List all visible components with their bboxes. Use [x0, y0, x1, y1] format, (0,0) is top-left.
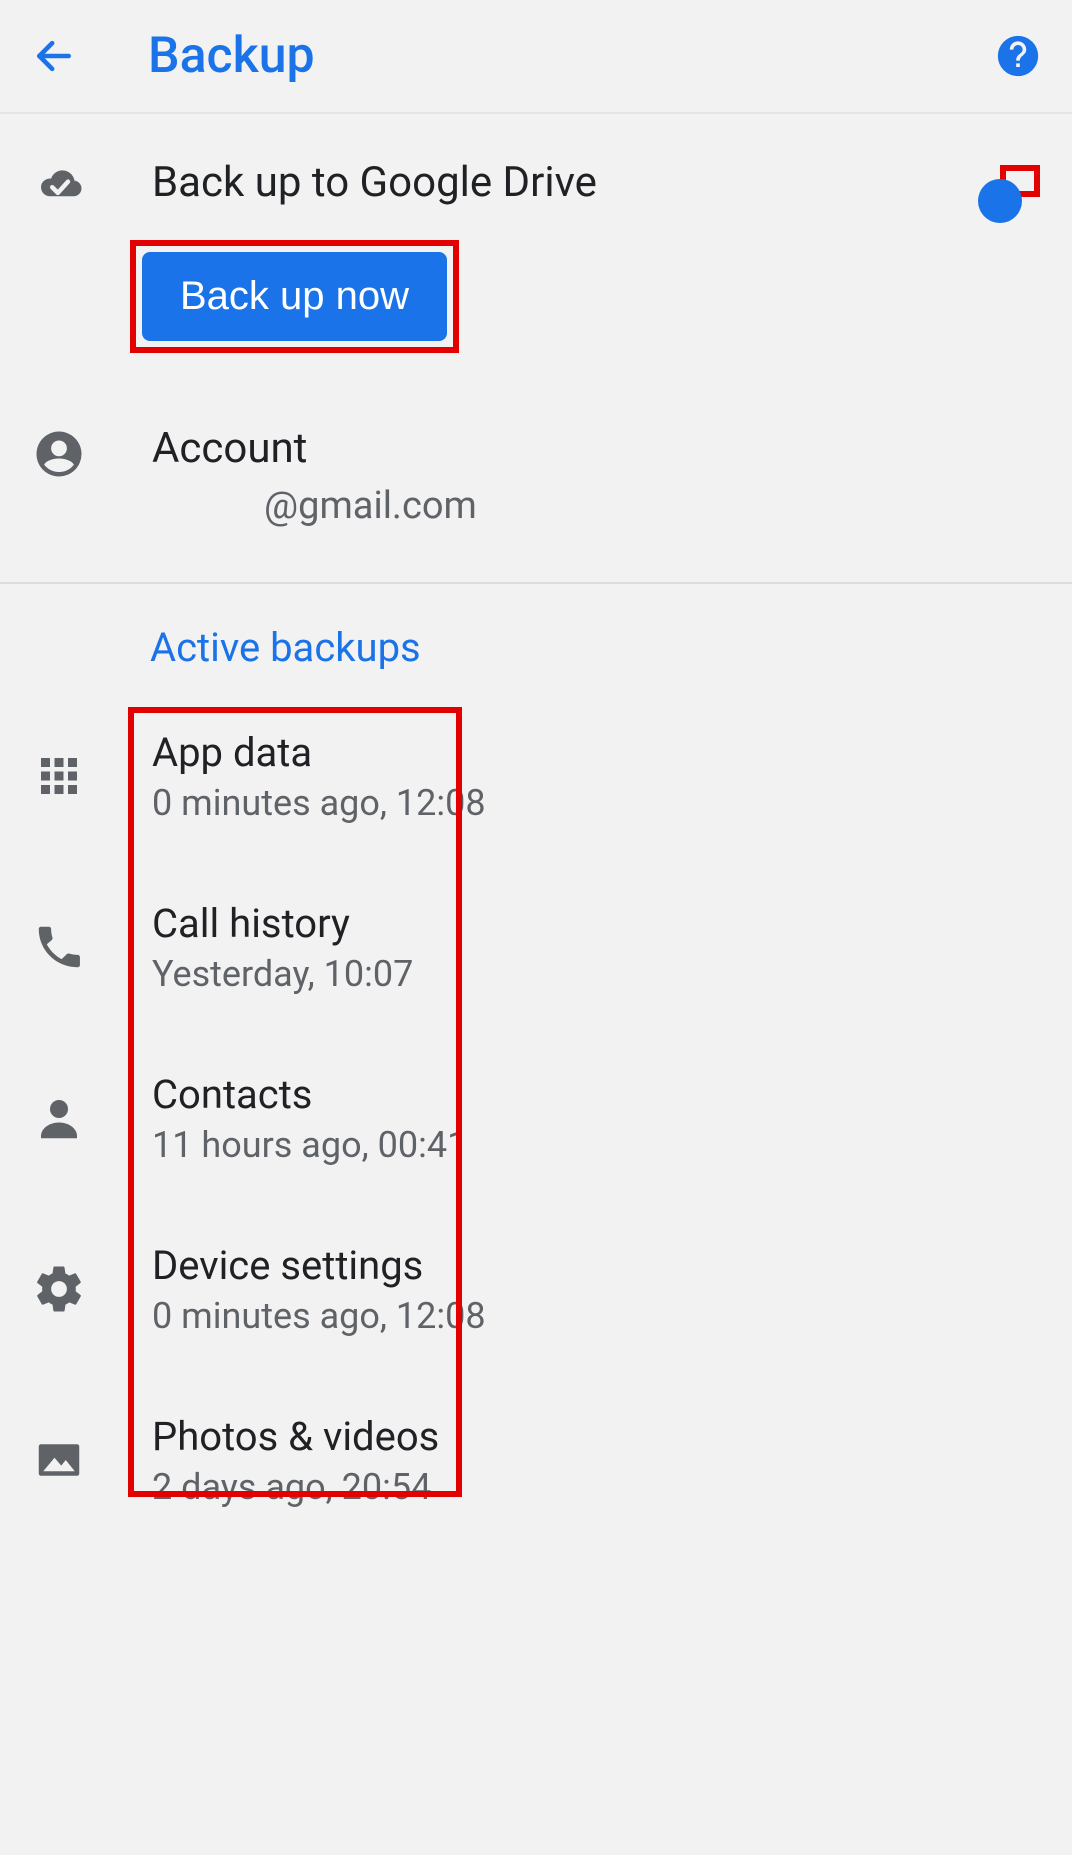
- list-item-call-history[interactable]: Call history Yesterday, 10:07: [0, 862, 1072, 1033]
- apps-icon: [32, 749, 86, 803]
- list-item-title: Call history: [152, 900, 413, 947]
- list-item-contacts[interactable]: Contacts 11 hours ago, 00:41: [0, 1033, 1072, 1204]
- account-circle-icon: [32, 427, 86, 481]
- back-icon[interactable]: [32, 34, 76, 78]
- backup-button-row: Back up now: [0, 222, 1072, 393]
- list-item-sub: 0 minutes ago, 12:08: [152, 1295, 486, 1337]
- list-item-sub: 2 days ago, 20:54: [152, 1466, 439, 1508]
- backup-button-highlight: Back up now: [130, 240, 459, 353]
- app-header: Backup: [0, 0, 1072, 114]
- list-item-title: Contacts: [152, 1071, 467, 1118]
- list-item-device-settings[interactable]: Device settings 0 minutes ago, 12:08: [0, 1204, 1072, 1375]
- help-icon[interactable]: [996, 34, 1040, 78]
- account-email: @gmail.com: [264, 484, 1040, 528]
- list-item-sub: 11 hours ago, 00:41: [152, 1124, 467, 1166]
- toggle-highlight: [1000, 165, 1040, 197]
- active-backups-list: App data 0 minutes ago, 12:08 Call histo…: [0, 671, 1072, 1546]
- list-item-app-data[interactable]: App data 0 minutes ago, 12:08: [0, 691, 1072, 862]
- list-item-title: Photos & videos: [152, 1413, 439, 1460]
- phone-icon: [32, 920, 86, 974]
- list-item-photos-videos[interactable]: Photos & videos 2 days ago, 20:54: [0, 1375, 1072, 1546]
- person-icon: [32, 1091, 86, 1145]
- active-backups-header: Active backups: [0, 584, 1072, 671]
- backup-now-button[interactable]: Back up now: [142, 252, 447, 341]
- page-title: Backup: [148, 27, 996, 85]
- cloud-check-icon: [32, 158, 86, 212]
- account-row[interactable]: Account @gmail.com: [0, 393, 1072, 538]
- list-item-title: Device settings: [152, 1242, 486, 1289]
- list-item-sub: Yesterday, 10:07: [152, 953, 413, 995]
- account-label: Account: [152, 423, 1040, 476]
- list-item-title: App data: [152, 729, 486, 776]
- gear-icon: [32, 1262, 86, 1316]
- image-icon: [32, 1433, 86, 1487]
- backup-drive-label: Back up to Google Drive: [152, 157, 980, 210]
- list-item-sub: 0 minutes ago, 12:08: [152, 782, 486, 824]
- backup-drive-row: Back up to Google Drive: [0, 114, 1072, 222]
